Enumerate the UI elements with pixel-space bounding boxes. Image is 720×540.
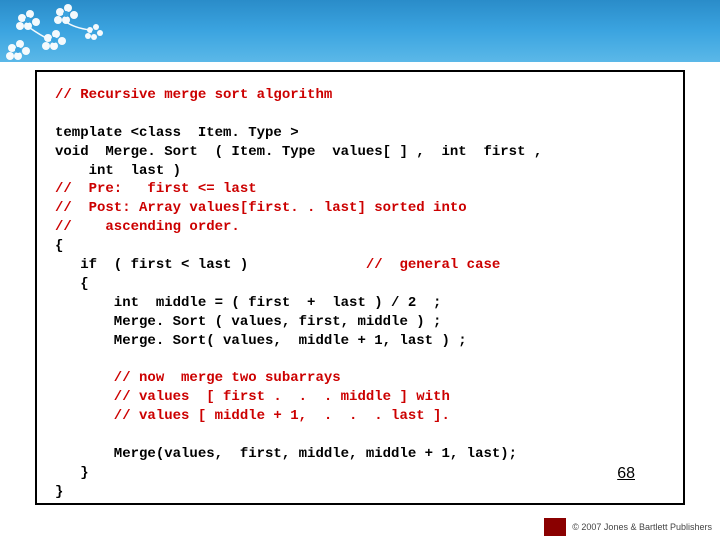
code-line: }	[55, 465, 89, 481]
code-content-box: // Recursive merge sort algorithm templa…	[35, 70, 685, 505]
code-line: // Post: Array values[first. . last] sor…	[55, 200, 467, 216]
code-line: // now merge two subarrays	[55, 370, 341, 386]
code-line: void Merge. Sort ( Item. Type values[ ] …	[55, 144, 542, 160]
publisher-logo-icon	[544, 518, 566, 536]
code-line: int last )	[55, 163, 181, 179]
page-number: 68	[617, 465, 635, 483]
code-line: int middle = ( first + last ) / 2 ;	[55, 295, 441, 311]
code-line: Merge(values, first, middle, middle + 1,…	[55, 446, 517, 462]
code-comment: // general case	[366, 257, 500, 273]
code-line: // ascending order.	[55, 219, 240, 235]
code-line: // values [ first . . . middle ] with	[55, 389, 450, 405]
code-line: {	[55, 276, 89, 292]
code-line: if ( first < last )	[55, 257, 366, 273]
code-block: // Recursive merge sort algorithm templa…	[55, 86, 665, 502]
code-line: Merge. Sort( values, middle + 1, last ) …	[55, 333, 467, 349]
footer: © 2007 Jones & Bartlett Publishers	[544, 518, 712, 536]
code-line: // Recursive merge sort algorithm	[55, 87, 332, 103]
flower-decoration	[0, 0, 120, 70]
code-line: // values [ middle + 1, . . . last ].	[55, 408, 450, 424]
code-line: // Pre: first <= last	[55, 181, 257, 197]
header-bar	[0, 0, 720, 62]
code-line: template <class Item. Type >	[55, 125, 299, 141]
code-line: {	[55, 238, 63, 254]
code-line: }	[55, 484, 63, 500]
code-line: Merge. Sort ( values, first, middle ) ;	[55, 314, 441, 330]
copyright-text: © 2007 Jones & Bartlett Publishers	[572, 522, 712, 532]
